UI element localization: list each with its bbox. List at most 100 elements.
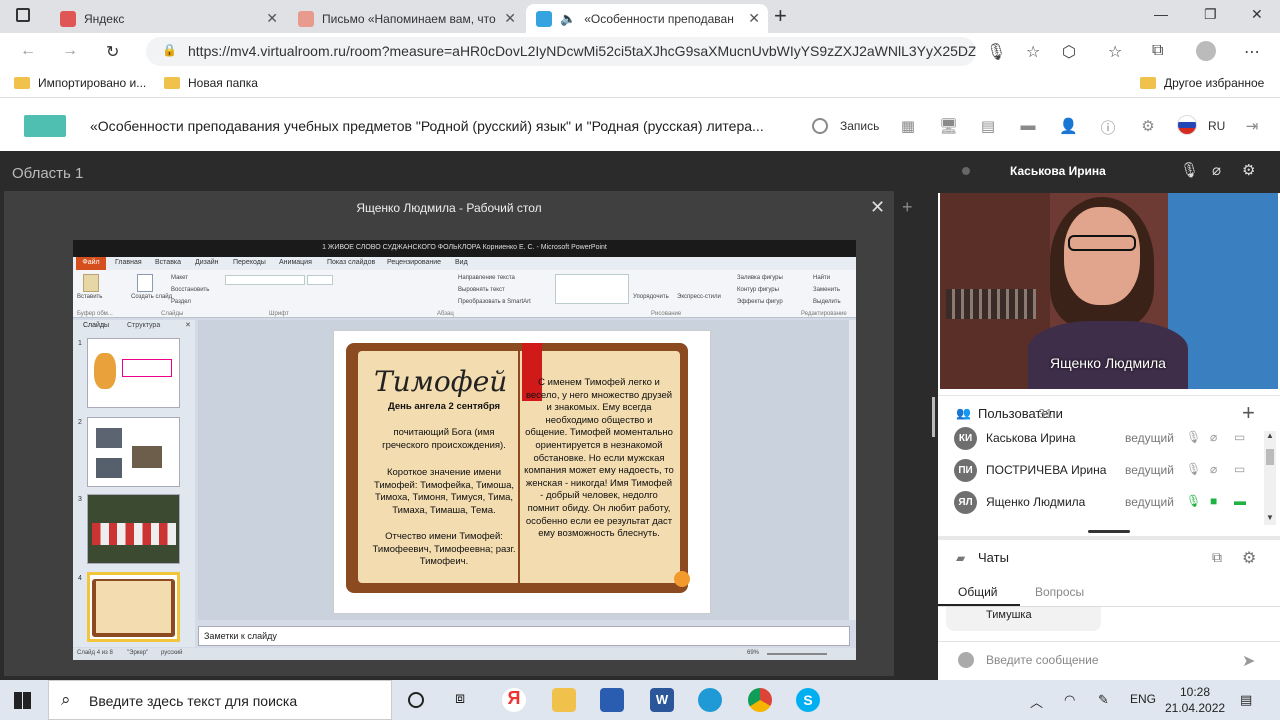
camera-on-icon[interactable]: ■ [1210,494,1217,508]
users-icon[interactable]: 👤 [1059,117,1078,135]
ribbon-replace[interactable]: Заменить [813,287,840,293]
close-window-icon[interactable]: ✕ [1251,6,1263,23]
new-tab-button[interactable]: + [774,3,787,29]
forward-icon[interactable]: → [62,42,78,60]
browser-tab-virtualroom[interactable]: 🔈 «Особенности преподаван ✕ [526,4,768,33]
add-favorite-icon[interactable]: ☆ [1026,42,1040,62]
ribbon-arrange[interactable]: Упорядочить [633,294,669,300]
slide-thumbnail-3[interactable] [87,494,180,564]
ribbon-reset[interactable]: Восстановить [171,287,209,293]
send-icon[interactable]: ➤ [1242,651,1255,671]
screen-on-icon[interactable]: ▬ [1234,494,1246,508]
bookmark-folder-imported[interactable]: Импортировано и... [14,76,146,90]
close-tab-icon[interactable]: ✕ [748,10,760,27]
speaker-icon[interactable]: 🔈 [560,11,576,27]
slide-thumbnail-1[interactable] [87,338,180,408]
ppt-menu-slideshow[interactable]: Показ слайдов [327,259,375,266]
camera-off-icon[interactable]: ⌀ [1212,161,1221,179]
screen-off-icon[interactable]: ▭ [1234,430,1245,444]
task-view-icon[interactable]: ⧈ [455,690,465,708]
slide-notes-field[interactable]: Заметки к слайду [198,626,850,646]
ribbon-shape-effects[interactable]: Эффекты фигур [737,299,783,305]
reload-icon[interactable]: ↻ [106,42,119,62]
cortana-icon[interactable] [408,692,424,708]
extensions-icon[interactable]: ⬡ [1062,42,1076,62]
microphone-icon[interactable]: 🎙 [986,42,1006,62]
close-tab-icon[interactable]: ✕ [266,10,278,27]
ribbon-align-text[interactable]: Выровнять текст [458,287,505,293]
ppt-menu-review[interactable]: Рецензирование [387,259,441,266]
ribbon-layout[interactable]: Макет [171,275,188,281]
user-row[interactable]: ЯЛ Ященко Людмила ведущий 🎙 ■ ▬ [938,486,1266,518]
ribbon-select[interactable]: Выделить [813,299,841,305]
ppt-menu-home[interactable]: Главная [115,259,142,266]
mic-off-icon[interactable]: 🎙 [1186,462,1201,476]
bookmark-folder-other[interactable]: Другое избранное [1140,76,1264,90]
resize-handle[interactable] [1088,530,1130,533]
status-zoom[interactable]: 69% [747,650,759,656]
slide-thumbnail-2[interactable] [87,417,180,487]
bookmark-folder-new[interactable]: Новая папка [164,76,258,90]
files-folder-icon[interactable]: ▬ [1019,117,1037,134]
panel-tab-slides[interactable]: Слайды [83,322,109,329]
back-icon[interactable]: ← [20,42,36,60]
camera-off-icon[interactable]: ⌀ [1210,430,1217,444]
chrome-icon[interactable] [748,688,772,712]
skype-icon[interactable]: S [796,688,820,712]
record-label[interactable]: Запись [840,119,879,133]
zoom-slider[interactable] [767,653,827,655]
yandex-browser-icon[interactable]: Я [502,688,526,712]
browser-tab-mail[interactable]: Письмо «Напоминаем вам, что ✕ [288,4,524,33]
layout-grid-icon[interactable]: ▦ [899,117,917,135]
record-icon[interactable] [812,118,828,134]
shapes-gallery[interactable] [555,274,629,304]
screen-share-icon[interactable]: 🖥 [939,117,958,135]
store-icon[interactable] [600,688,624,712]
chat-tab-general[interactable]: Общий [958,585,998,599]
ribbon-find[interactable]: Найти [813,275,830,281]
profile-avatar[interactable] [1196,41,1216,61]
favorites-icon[interactable]: ☆ [1108,42,1122,62]
ppt-menu-animation[interactable]: Анимация [279,259,312,266]
wifi-icon[interactable]: ◠ [1064,692,1075,708]
ppt-menu-view[interactable]: Вид [455,259,468,266]
info-icon[interactable]: ⓘ [1099,117,1117,137]
vertical-scrollbar[interactable] [849,320,856,620]
more-icon[interactable]: ⋯ [1244,42,1260,62]
mic-on-icon[interactable]: 🎙 [1186,494,1201,508]
mic-off-icon[interactable]: 🎙 [1186,430,1201,444]
font-size-box[interactable] [307,275,333,285]
emoji-icon[interactable] [958,652,974,668]
minimize-icon[interactable]: — [1154,6,1168,22]
ribbon-text-direction[interactable]: Направление текста [458,275,515,281]
russian-flag-icon[interactable] [1177,115,1197,135]
edge-icon[interactable] [698,688,722,712]
ribbon-shape-outline[interactable]: Контур фигуры [737,287,779,293]
notifications-icon[interactable]: ▤ [1240,692,1252,708]
font-name-box[interactable] [225,275,305,285]
scroll-thumb[interactable] [1266,449,1274,465]
language-label[interactable]: RU [1208,119,1225,133]
ribbon-section[interactable]: Раздел [171,299,191,305]
url-input[interactable]: 🔒 https://mv4.virtualroom.ru/room?measur… [146,37,976,66]
browser-tab-yandex[interactable]: Яндекс ✕ [50,4,286,33]
screen-off-icon[interactable]: ▭ [1234,462,1245,476]
collections-icon[interactable]: ⧉ [1152,42,1163,60]
scroll-up-icon[interactable]: ▲ [1266,431,1274,440]
chat-settings-icon[interactable]: ⚙ [1242,548,1256,568]
slide-thumbnail-4-selected[interactable] [87,572,180,642]
users-scrollbar[interactable]: ▲ ▼ [1264,431,1276,525]
windows-start-icon[interactable] [14,692,31,709]
ppt-menu-transitions[interactable]: Переходы [233,259,266,266]
add-area-icon[interactable]: + [902,197,913,218]
chat-input-field[interactable]: Введите сообщение ➤ [938,641,1280,680]
taskbar-clock[interactable]: 10:28 21.04.2022 [1165,684,1225,716]
ribbon-smartart[interactable]: Преобразовать в SmartArt [458,299,531,305]
word-icon[interactable]: W [650,688,674,712]
user-row[interactable]: ПИ ПОСТРИЧЕВА Ирина ведущий 🎙 ⌀ ▭ [938,454,1266,486]
panel-splitter[interactable] [932,397,935,437]
ppt-menu-insert[interactable]: Вставка [155,259,181,266]
tab-actions-icon[interactable] [16,8,30,22]
close-tab-icon[interactable]: ✕ [504,10,516,27]
file-explorer-icon[interactable] [552,688,576,712]
